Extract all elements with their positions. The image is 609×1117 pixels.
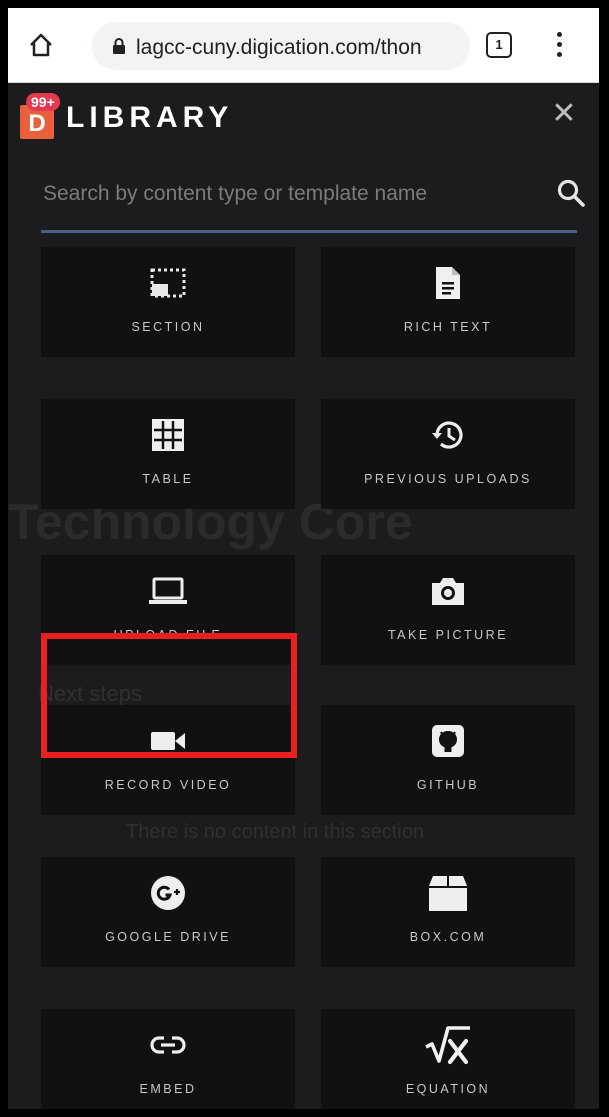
google-plus-icon [151,876,185,910]
history-icon [432,421,463,449]
close-icon[interactable]: ✕ [549,99,579,129]
tile-label: RECORD VIDEO [104,778,232,792]
tile-previous-uploads[interactable]: PREVIOUS UPLOADS [321,399,575,509]
tile-label: TAKE PICTURE [387,628,509,642]
laptop-icon [149,577,187,604]
tile-label: PREVIOUS UPLOADS [364,472,532,486]
home-icon[interactable] [28,32,54,58]
tile-label: TABLE [142,472,194,486]
tile-section[interactable]: SECTION [41,247,295,357]
tile-label: GITHUB [416,778,480,792]
tile-embed[interactable]: EMBED [41,1009,295,1109]
tile-label: GOOGLE DRIVE [105,930,231,944]
section-icon [150,268,186,298]
tile-label: EQUATION [405,1082,491,1096]
browser-toolbar: lagcc-cuny.digication.com/thon 1 [8,8,599,83]
notification-badge: 99+ [26,93,60,111]
tab-switcher-button[interactable]: 1 [486,32,512,58]
background-empty-text: There is no content in this section [126,821,424,843]
url-text[interactable]: lagcc-cuny.digication.com/thon [136,36,456,60]
github-icon [432,725,464,757]
box-icon [429,876,467,911]
camera-icon [432,578,464,605]
square-root-icon [425,1026,470,1065]
document-icon [436,267,460,299]
address-bar[interactable]: lagcc-cuny.digication.com/thon [92,22,470,70]
tile-box-com[interactable]: BOX.COM [321,857,575,967]
lock-icon [113,38,125,54]
library-title: LIBRARY [66,101,234,134]
search-underline [41,230,577,233]
search-input[interactable] [41,173,535,215]
tile-label: EMBED [139,1082,197,1096]
tile-github[interactable]: GITHUB [321,705,575,815]
tile-label: SECTION [131,320,205,334]
table-grid-icon [152,419,184,451]
tile-label: BOX.COM [409,930,487,944]
overflow-menu-icon[interactable] [554,30,564,60]
tile-table[interactable]: TABLE [41,399,295,509]
tile-label: RICH TEXT [403,320,493,334]
tile-google-drive[interactable]: GOOGLE DRIVE [41,857,295,967]
link-icon [150,1036,186,1054]
tile-equation[interactable]: EQUATION [321,1009,575,1109]
tile-rich-text[interactable]: RICH TEXT [321,247,575,357]
highlight-box [41,633,297,758]
tile-take-picture[interactable]: TAKE PICTURE [321,555,575,665]
search-icon[interactable] [556,178,586,208]
library-panel: Technology Core Next steps There is no c… [8,83,599,1109]
phone-screen: lagcc-cuny.digication.com/thon 1 Technol… [8,8,599,1109]
